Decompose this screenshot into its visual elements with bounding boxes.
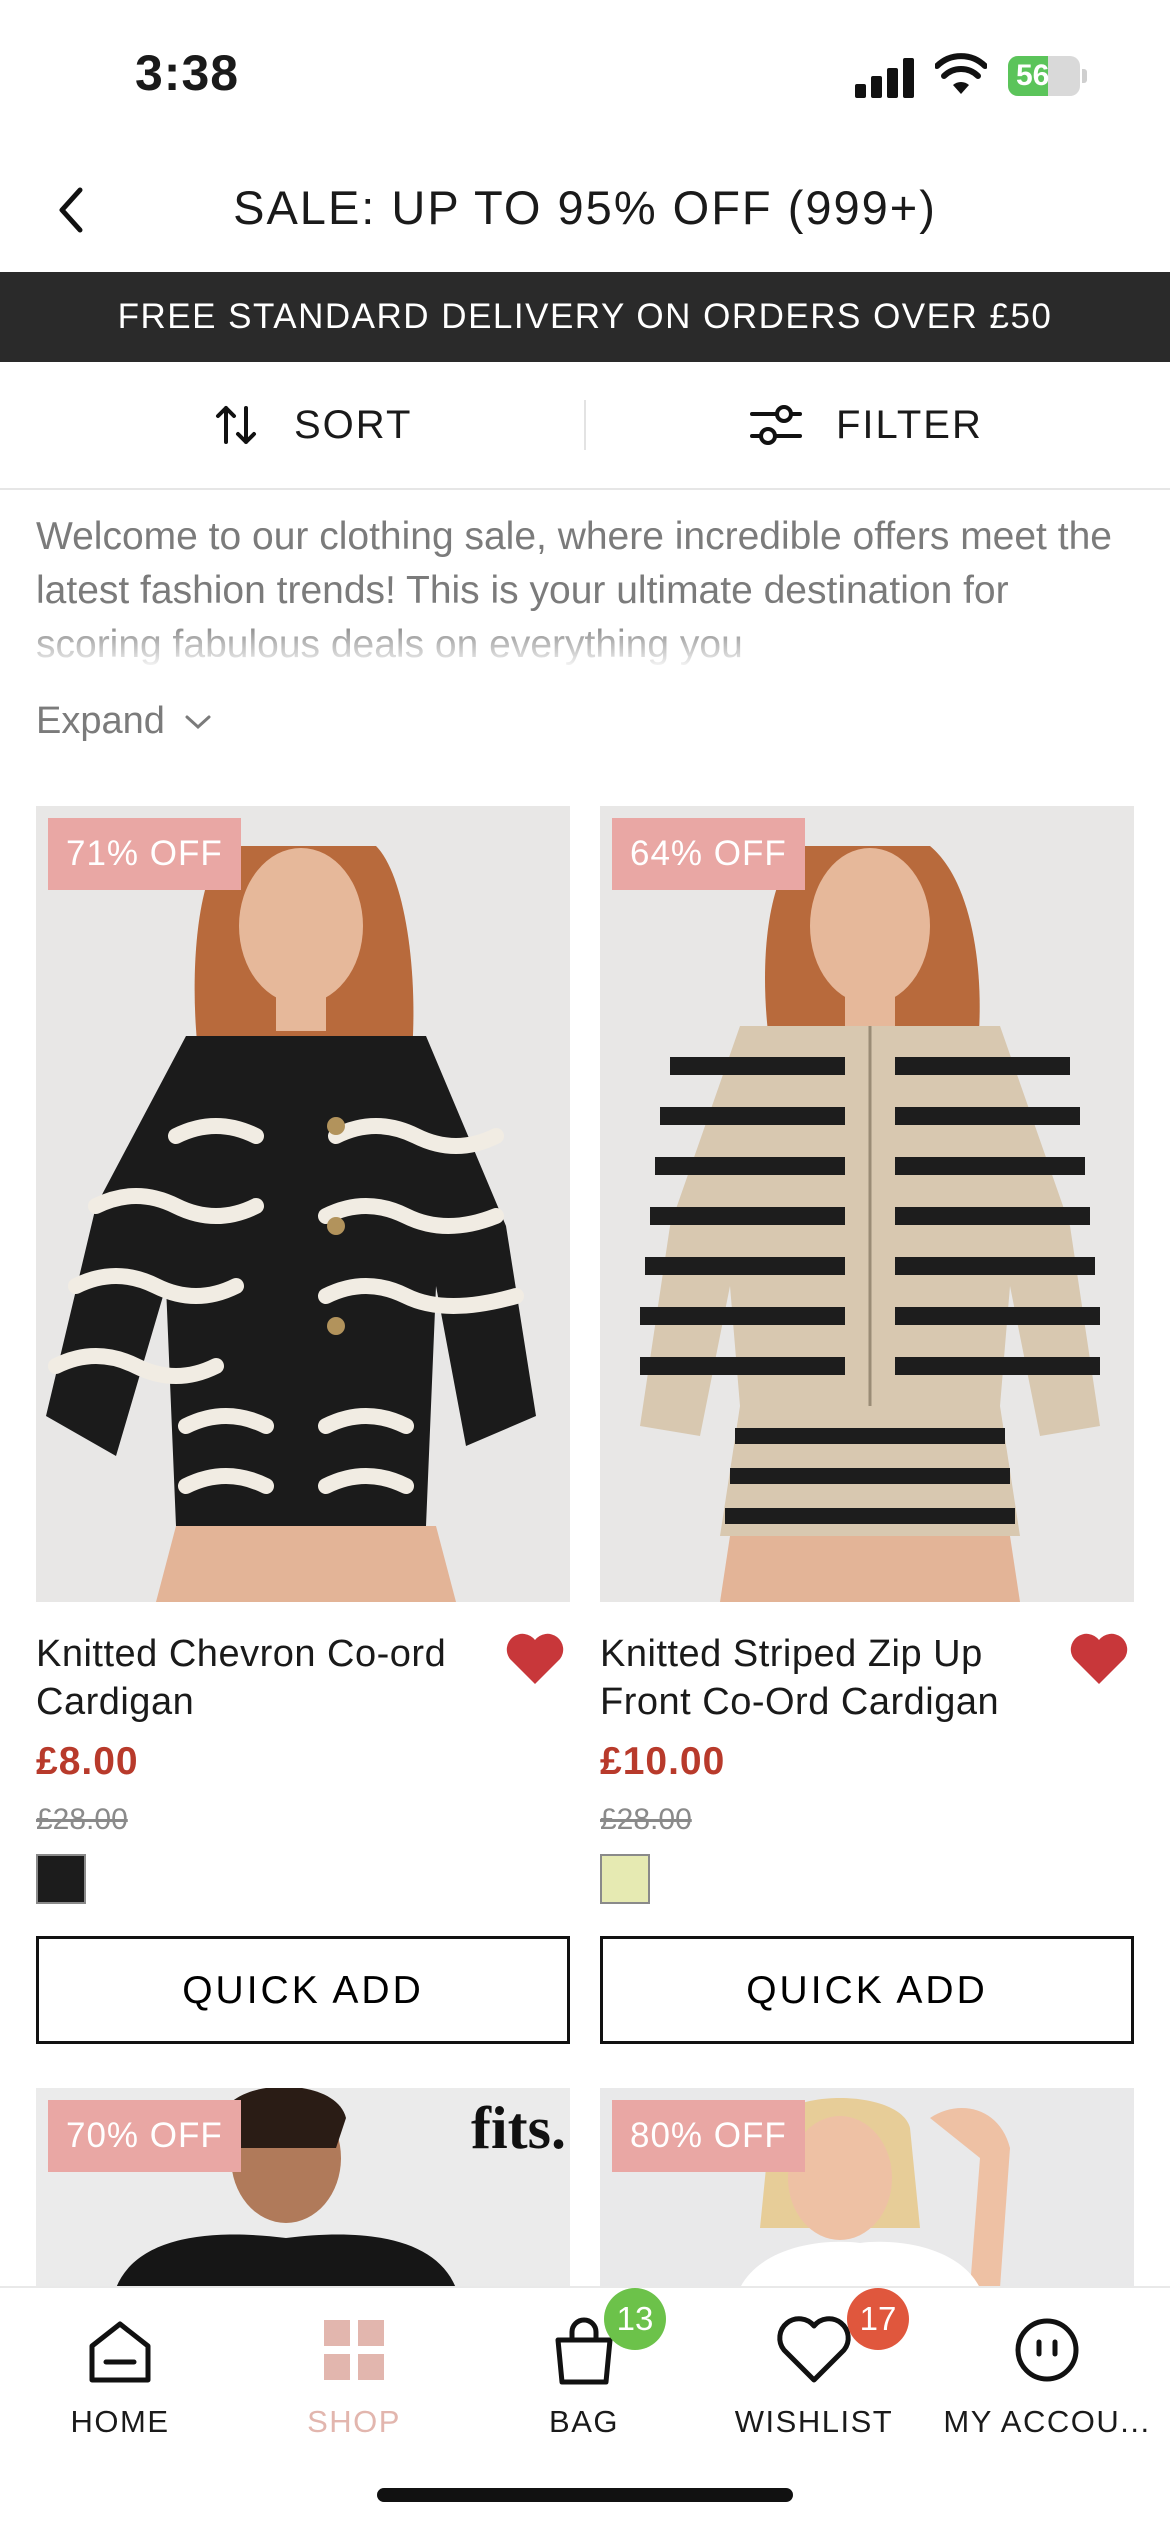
wishlist-heart-icon[interactable] [1068, 1632, 1130, 1688]
delivery-banner: FREE STANDARD DELIVERY ON ORDERS OVER £5… [0, 272, 1170, 362]
nav-account-label: MY ACCOU... [943, 2404, 1151, 2439]
product-name[interactable]: Knitted Chevron Co-ord Cardigan [36, 1630, 476, 1726]
quick-add-button[interactable]: QUICK ADD [36, 1936, 570, 2044]
discount-badge: 64% OFF [612, 818, 805, 890]
product-image[interactable]: 71% OFF [36, 806, 570, 1602]
original-price: £28.00 [36, 1803, 128, 1836]
shop-grid-icon [324, 2320, 384, 2380]
filter-sliders-icon [750, 405, 802, 445]
nav-wishlist[interactable]: 17 WISHLIST [697, 2288, 931, 2468]
status-time: 3:38 [135, 45, 240, 101]
filter-button[interactable]: FILTER [750, 362, 983, 488]
wishlist-count-badge: 17 [847, 2288, 909, 2350]
battery-percent: 56 [1016, 59, 1050, 92]
page-header: SALE: UP TO 95% OFF (999+) [0, 150, 1170, 272]
discount-badge: 80% OFF [612, 2100, 805, 2172]
nav-account[interactable]: MY ACCOU... [930, 2288, 1164, 2468]
filter-label: FILTER [836, 402, 983, 447]
account-face-icon [1015, 2318, 1079, 2382]
sort-label: SORT [294, 402, 413, 447]
product-image[interactable]: 80% OFF [600, 2088, 1134, 2288]
wishlist-heart-icon[interactable] [504, 1632, 566, 1688]
sale-price: £10.00 [600, 1740, 726, 1783]
sort-icon [216, 406, 256, 444]
wifi-icon [935, 53, 987, 94]
discount-badge: 71% OFF [48, 818, 241, 890]
nav-wishlist-label: WISHLIST [734, 2404, 894, 2439]
nav-bag-label: BAG [549, 2404, 619, 2439]
bag-count-badge: 13 [604, 2288, 666, 2350]
expand-button[interactable]: Expand [36, 700, 213, 743]
quick-add-button[interactable]: QUICK ADD [600, 1936, 1134, 2044]
cellular-signal-icon [855, 58, 915, 98]
home-icon [89, 2321, 151, 2383]
chevron-down-icon [185, 715, 211, 729]
nav-bag[interactable]: 13 BAG [467, 2288, 701, 2468]
battery-icon: 56 [1008, 56, 1088, 96]
product-name[interactable]: Knitted Striped Zip Up Front Co-Ord Card… [600, 1630, 1040, 1726]
sale-price: £8.00 [36, 1740, 139, 1783]
original-price: £28.00 [600, 1803, 692, 1836]
model-wearing-striped-cardigan-image [600, 806, 1134, 1602]
sort-filter-bar: SORT FILTER [0, 362, 1170, 490]
color-swatch[interactable] [600, 1854, 650, 1904]
nav-home-label: HOME [70, 2404, 170, 2439]
heart-outline-icon [777, 2316, 851, 2383]
expand-label: Expand [36, 700, 165, 742]
sale-description: Welcome to our clothing sale, where incr… [36, 510, 1136, 670]
product-image[interactable]: 70% OFF fits. [36, 2088, 570, 2288]
nav-home[interactable]: HOME [3, 2288, 237, 2468]
page-title: SALE: UP TO 95% OFF (999+) [233, 181, 937, 234]
model-wearing-chevron-cardigan-image [36, 806, 570, 1602]
discount-badge: 70% OFF [48, 2100, 241, 2172]
fits-brand-logo: fits. [471, 2095, 566, 2161]
nav-shop[interactable]: SHOP [237, 2288, 471, 2468]
status-bar: 3:38 56 [0, 0, 1170, 150]
home-indicator [377, 2488, 793, 2502]
toolbar-divider [584, 400, 586, 450]
product-image[interactable]: 64% OFF [600, 806, 1134, 1602]
sort-button[interactable]: SORT [214, 362, 412, 488]
color-swatch[interactable] [36, 1854, 86, 1904]
nav-shop-label: SHOP [307, 2404, 401, 2439]
